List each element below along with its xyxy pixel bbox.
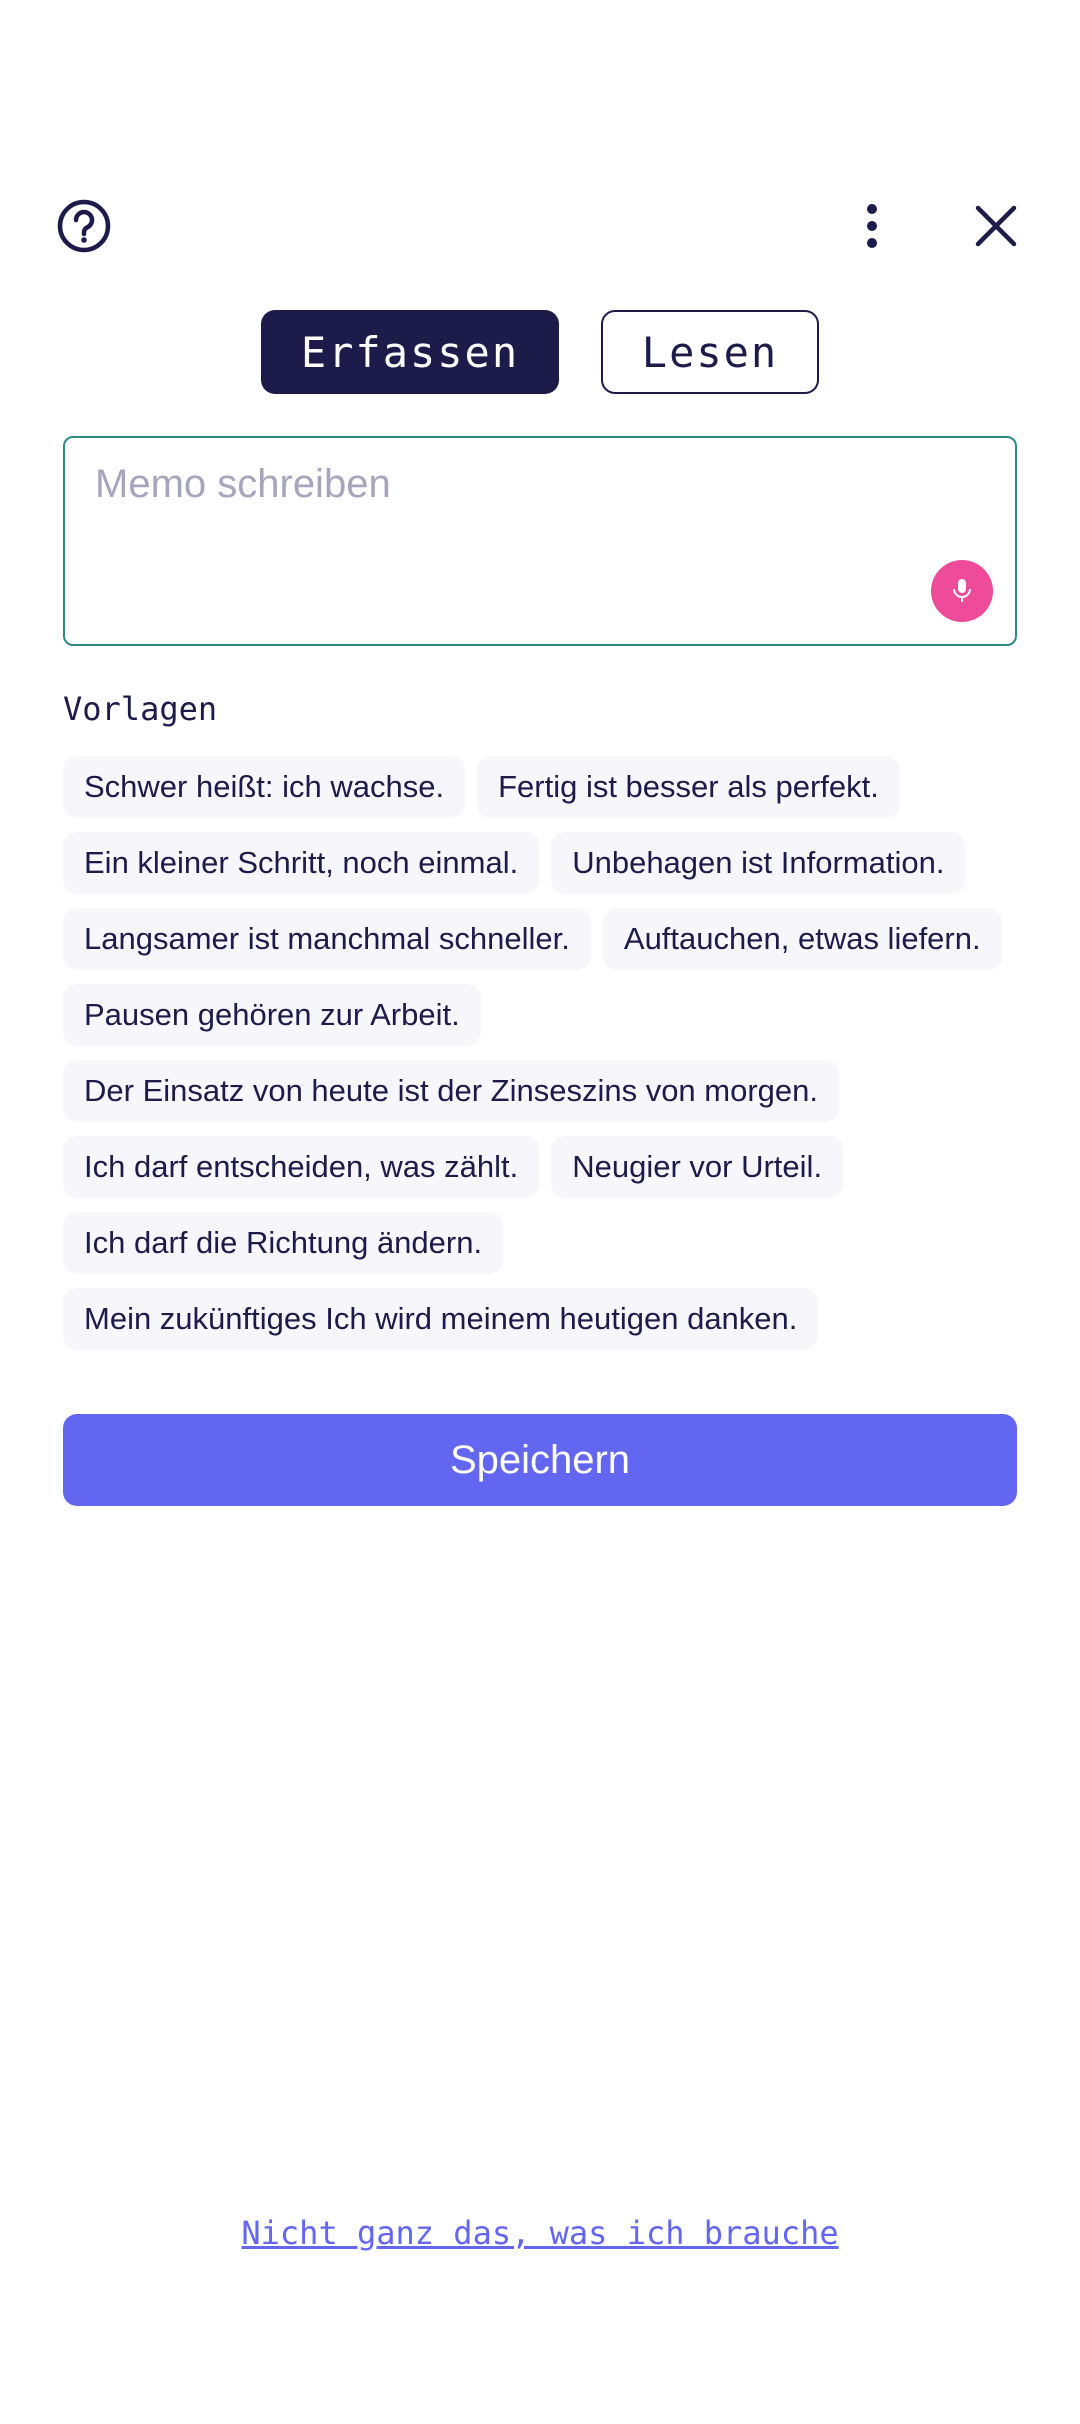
microphone-button[interactable]: [931, 560, 993, 622]
tab-erfassen[interactable]: Erfassen: [261, 310, 559, 394]
template-chip[interactable]: Ich darf entscheiden, was zählt.: [63, 1136, 540, 1198]
help-button[interactable]: [48, 190, 120, 262]
mode-tabs: Erfassen Lesen: [0, 310, 1080, 394]
templates-title: Vorlagen: [63, 690, 218, 728]
template-chip[interactable]: Fertig ist besser als perfekt.: [477, 756, 900, 818]
template-chip[interactable]: Mein zukünftiges Ich wird meinem heutige…: [63, 1288, 819, 1350]
memo-input[interactable]: [65, 438, 1015, 644]
microphone-icon: [953, 579, 971, 602]
save-button[interactable]: Speichern: [63, 1414, 1017, 1506]
templates-list: Schwer heißt: ich wachse. Fertig ist bes…: [63, 756, 1023, 1350]
template-chip[interactable]: Unbehagen ist Information.: [551, 832, 966, 894]
template-chip[interactable]: Pausen gehören zur Arbeit.: [63, 984, 481, 1046]
template-chip[interactable]: Schwer heißt: ich wachse.: [63, 756, 466, 818]
template-chip[interactable]: Ich darf die Richtung ändern.: [63, 1212, 504, 1274]
more-vertical-icon: [867, 204, 877, 248]
memo-box: [63, 436, 1017, 646]
more-options-button[interactable]: [836, 190, 908, 262]
template-chip[interactable]: Der Einsatz von heute ist der Zinseszins…: [63, 1060, 840, 1122]
help-circle-icon: [57, 199, 111, 253]
close-icon: [975, 205, 1017, 247]
template-chip[interactable]: Auftauchen, etwas liefern.: [602, 908, 1002, 970]
template-chip[interactable]: Ein kleiner Schritt, noch einmal.: [63, 832, 540, 894]
not-what-i-need-link[interactable]: Nicht ganz das, was ich brauche: [0, 2214, 1080, 2252]
template-chip[interactable]: Langsamer ist manchmal schneller.: [63, 908, 591, 970]
close-button[interactable]: [960, 190, 1032, 262]
template-chip[interactable]: Neugier vor Urteil.: [551, 1136, 844, 1198]
tab-lesen[interactable]: Lesen: [601, 310, 819, 394]
